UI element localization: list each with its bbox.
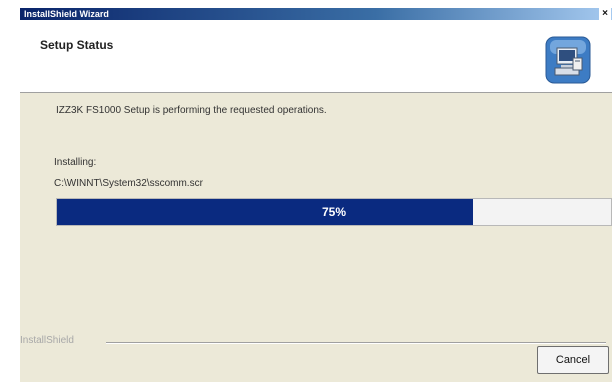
status-label: Installing: [54,157,97,168]
window-title: InstallShield Wizard [24,9,109,19]
progress-bar: 75% [56,198,612,226]
close-icon[interactable]: × [599,8,611,20]
title-bar[interactable]: InstallShield Wizard × [20,8,612,20]
footer-separator [106,342,606,344]
installshield-dialog: InstallShield Wizard × Setup Status IZZ3… [20,8,612,382]
progress-fill [57,199,473,225]
status-file-path: C:\WINNT\System32\sscomm.scr [54,178,203,189]
dialog-header: Setup Status [20,20,612,93]
page-title: Setup Status [40,38,114,52]
installer-computer-icon [545,36,591,84]
brand-label: InstallShield [20,335,80,346]
setup-description: IZZ3K FS1000 Setup is performing the req… [56,105,327,116]
footer-brand-line: InstallShield [20,335,612,348]
cancel-button[interactable]: Cancel [537,346,609,374]
